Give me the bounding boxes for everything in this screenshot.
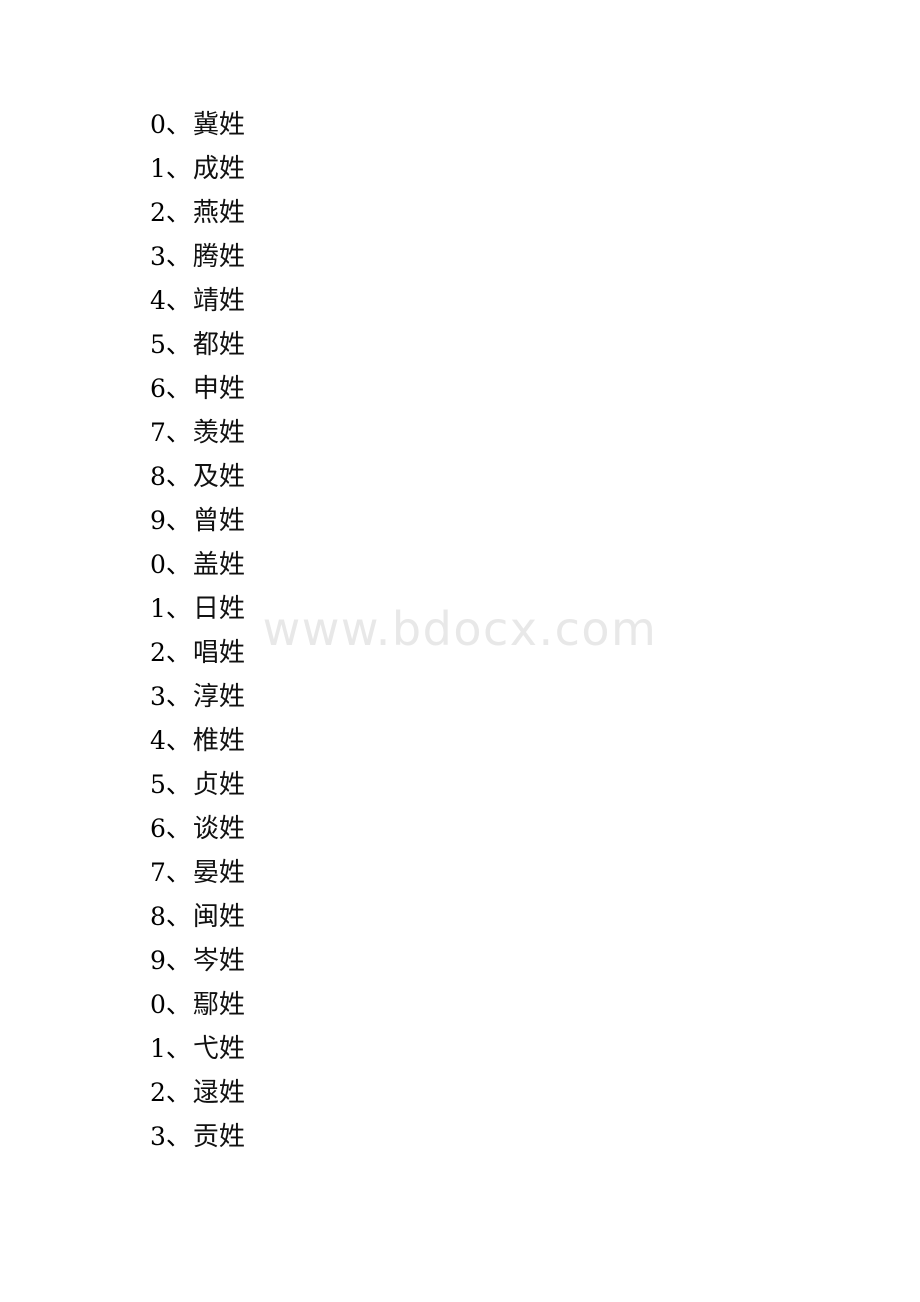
list-item-separator: 、 — [165, 858, 191, 887]
list-item-surname: 曾姓 — [192, 506, 245, 536]
list-item-surname: 唱姓 — [192, 638, 245, 668]
list-item-separator: 、 — [165, 594, 191, 623]
list-item: 6、申姓 — [150, 367, 245, 411]
list-item-index: 9 — [150, 506, 166, 535]
list-item: 7、羡姓 — [150, 411, 245, 455]
list-item: 1、日姓 — [150, 587, 245, 631]
list-item-index: 9 — [150, 946, 166, 975]
list-item: 0、盖姓 — [150, 543, 245, 587]
list-item-surname: 及姓 — [192, 462, 245, 492]
list-item-index: 3 — [150, 1122, 166, 1151]
list-item-index: 5 — [150, 330, 166, 359]
list-item-separator: 、 — [165, 990, 191, 1019]
list-item-index: 2 — [150, 198, 166, 227]
list-item-separator: 、 — [165, 550, 191, 579]
list-item: 1、弋姓 — [150, 1027, 245, 1071]
list-item: 9、岑姓 — [150, 939, 245, 983]
list-item: 0、鄢姓 — [150, 983, 245, 1027]
list-item-surname: 冀姓 — [192, 110, 245, 140]
list-item-surname: 都姓 — [192, 330, 245, 360]
list-item-separator: 、 — [165, 814, 191, 843]
list-item: 3、淳姓 — [150, 675, 245, 719]
list-item-index: 7 — [150, 858, 166, 887]
list-item-surname: 晏姓 — [192, 858, 245, 888]
list-item-surname: 闽姓 — [192, 902, 245, 932]
list-item: 4、靖姓 — [150, 279, 245, 323]
list-item-index: 1 — [150, 594, 166, 623]
list-item-index: 3 — [150, 682, 166, 711]
list-item: 6、谈姓 — [150, 807, 245, 851]
list-item: 7、晏姓 — [150, 851, 245, 895]
list-item-separator: 、 — [165, 462, 191, 491]
list-item-index: 0 — [150, 110, 166, 139]
list-item-separator: 、 — [165, 1078, 191, 1107]
list-item-surname: 贡姓 — [192, 1122, 245, 1152]
list-item-surname: 弋姓 — [192, 1034, 245, 1064]
list-item-separator: 、 — [165, 638, 191, 667]
list-item-separator: 、 — [165, 770, 191, 799]
list-item: 3、腾姓 — [150, 235, 245, 279]
list-item-separator: 、 — [165, 154, 191, 183]
list-item-separator: 、 — [165, 726, 191, 755]
list-item-separator: 、 — [165, 110, 191, 139]
list-item: 1、成姓 — [150, 147, 245, 191]
list-item: 2、逯姓 — [150, 1071, 245, 1115]
list-item-surname: 淳姓 — [192, 682, 245, 712]
list-item-index: 4 — [150, 726, 166, 755]
list-item-index: 8 — [150, 462, 166, 491]
document-page: www.bdocx.com 0、冀姓 1、成姓 2、燕姓 3、腾姓 4、靖姓 5、都姓 6、… — [0, 0, 920, 1302]
list-item-surname: 靖姓 — [192, 286, 245, 316]
list-item-index: 7 — [150, 418, 166, 447]
list-item-surname: 羡姓 — [192, 418, 245, 448]
list-item-separator: 、 — [165, 506, 191, 535]
list-item-separator: 、 — [165, 242, 191, 271]
list-item-index: 2 — [150, 638, 166, 667]
list-item: 5、贞姓 — [150, 763, 245, 807]
list-item-surname: 盖姓 — [192, 550, 245, 580]
list-item: 4、椎姓 — [150, 719, 245, 763]
list-item-surname: 岑姓 — [192, 946, 245, 976]
list-item-surname: 成姓 — [192, 154, 245, 184]
list-item-surname: 鄢姓 — [192, 990, 245, 1020]
list-item: 8、闽姓 — [150, 895, 245, 939]
list-item-separator: 、 — [165, 682, 191, 711]
list-item-index: 0 — [150, 990, 166, 1019]
list-item-separator: 、 — [165, 374, 191, 403]
list-item-separator: 、 — [165, 902, 191, 931]
list-item-index: 8 — [150, 902, 166, 931]
list-item-index: 0 — [150, 550, 166, 579]
list-item-separator: 、 — [165, 418, 191, 447]
list-item-index: 4 — [150, 286, 166, 315]
list-item-surname: 申姓 — [192, 374, 245, 404]
list-item-surname: 日姓 — [192, 594, 245, 624]
list-item: 8、及姓 — [150, 455, 245, 499]
list-item: 3、贡姓 — [150, 1115, 245, 1159]
list-item: 0、冀姓 — [150, 103, 245, 147]
list-item: 2、燕姓 — [150, 191, 245, 235]
list-item-separator: 、 — [165, 1122, 191, 1151]
list-item-surname: 贞姓 — [192, 770, 245, 800]
list-item-surname: 燕姓 — [192, 198, 245, 228]
list-item-index: 1 — [150, 154, 166, 183]
list-item-index: 3 — [150, 242, 166, 271]
list-item-separator: 、 — [165, 286, 191, 315]
watermark-text: www.bdocx.com — [262, 602, 658, 656]
list-item-surname: 椎姓 — [192, 726, 245, 756]
list-item-index: 1 — [150, 1034, 166, 1063]
list-item-separator: 、 — [165, 330, 191, 359]
list-item-index: 5 — [150, 770, 166, 799]
list-item-index: 6 — [150, 374, 166, 403]
list-item: 5、都姓 — [150, 323, 245, 367]
list-item-separator: 、 — [165, 946, 191, 975]
list-item-surname: 逯姓 — [192, 1078, 245, 1108]
list-item-separator: 、 — [165, 1034, 191, 1063]
list-item-separator: 、 — [165, 198, 191, 227]
list-item: 2、唱姓 — [150, 631, 245, 675]
list-item-index: 6 — [150, 814, 166, 843]
list-item: 9、曾姓 — [150, 499, 245, 543]
list-item-surname: 腾姓 — [192, 242, 245, 272]
list-item-surname: 谈姓 — [192, 814, 245, 844]
list-item-index: 2 — [150, 1078, 166, 1107]
